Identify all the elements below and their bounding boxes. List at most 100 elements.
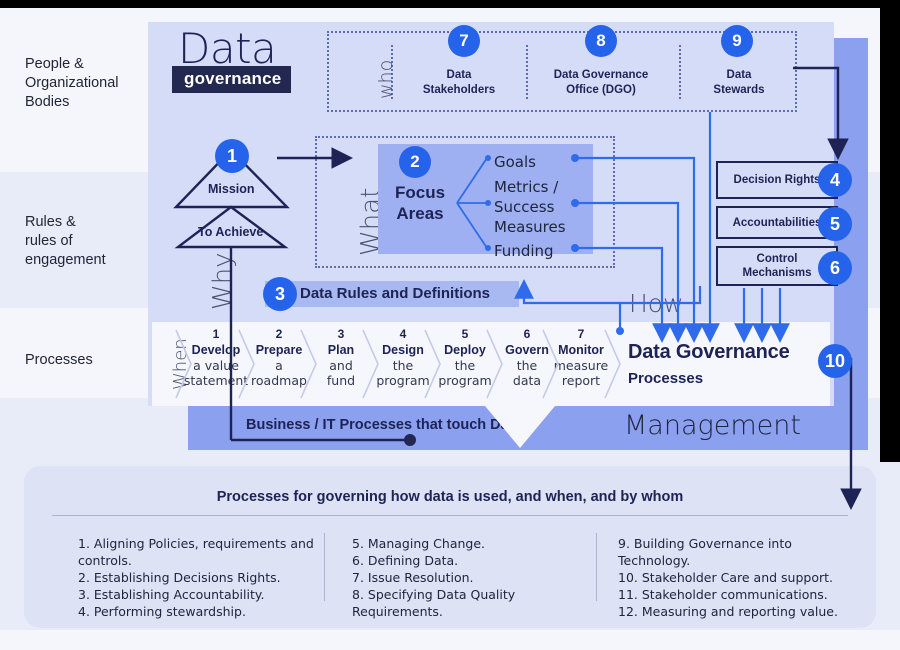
step-1-r2: statement xyxy=(183,373,249,388)
step-4-num: 4 xyxy=(399,327,407,341)
legend-sep-2 xyxy=(596,533,597,601)
legend-item-11: 11. Stakeholder communications. xyxy=(618,587,828,602)
row-label-people: People & Organizational Bodies xyxy=(25,55,145,112)
axis-label-why: Why xyxy=(208,252,238,310)
legend-sep-1 xyxy=(324,533,325,601)
badge-2[interactable]: 2 xyxy=(399,146,431,178)
legend-item-4: 4. Performing stewardship. xyxy=(78,604,246,619)
row-label-rules: Rules & rules of engagement xyxy=(25,213,145,270)
focus-title-l1: Focus xyxy=(394,183,446,202)
process-step-4[interactable]: 4 Design the program xyxy=(370,327,436,388)
badge-7[interactable]: 7 xyxy=(448,25,480,57)
axis-label-who: who xyxy=(375,59,397,99)
step-4-verb: Design xyxy=(382,343,424,357)
who-item-2-l1: Data xyxy=(726,69,752,81)
focus-item-funding: Funding xyxy=(494,242,554,260)
legend-column-3: 9. Building Governance into Technology. … xyxy=(618,535,868,620)
legend-column-2: 5. Managing Change. 6. Defining Data. 7.… xyxy=(352,535,592,620)
axis-label-how: How xyxy=(629,289,684,318)
who-item-1-l2: Office (DGO) xyxy=(566,84,636,96)
step-3-r2: fund xyxy=(326,373,356,388)
step-7-num: 7 xyxy=(577,327,585,341)
data-governance-logo: Data governance xyxy=(172,28,322,93)
badge-1[interactable]: 1 xyxy=(215,139,249,173)
row-label-processes-l1: Processes xyxy=(25,352,93,368)
badge-8[interactable]: 8 xyxy=(585,25,617,57)
badge-4[interactable]: 4 xyxy=(818,163,852,197)
who-item-0-l1: Data xyxy=(446,69,472,81)
corner-black-top xyxy=(0,0,900,8)
focus-item-metrics: Metrics / xyxy=(494,178,559,196)
business-it-processes-label: Business / IT Processes that touch Data xyxy=(246,417,522,433)
to-achieve-label: To Achieve xyxy=(198,225,264,239)
process-step-1[interactable]: 1 Develop a value statement xyxy=(183,327,249,388)
step-7-r1: measure xyxy=(553,358,609,373)
legend-item-10: 10. Stakeholder Care and support. xyxy=(618,570,833,585)
row-label-people-l2: Organizational xyxy=(25,75,119,91)
focus-title-l2: Areas xyxy=(396,204,444,223)
focus-areas-title: Focus Areas xyxy=(384,182,456,224)
row-label-people-l3: Bodies xyxy=(25,94,70,110)
process-step-5[interactable]: 5 Deploy the program xyxy=(432,327,498,388)
corner-black-right xyxy=(880,0,900,462)
badge-3[interactable]: 3 xyxy=(263,277,297,311)
who-item-2-l2: Stewards xyxy=(713,84,765,96)
band-footer-row xyxy=(0,630,900,650)
row-label-people-l1: People & xyxy=(25,56,84,72)
who-item-data-stakeholders: Data Stakeholders xyxy=(400,68,518,98)
step-1-r1: a value xyxy=(193,358,239,373)
process-step-7[interactable]: 7 Monitor measure report xyxy=(548,327,614,388)
who-item-data-stewards: Data Stewards xyxy=(688,68,790,98)
data-governance-processes-sub: Processes xyxy=(628,370,704,387)
focus-item-measures: Measures xyxy=(494,218,566,236)
control-mech-l2: Mechanisms xyxy=(742,267,812,279)
process-step-3[interactable]: 3 Plan and fund xyxy=(308,327,374,388)
step-5-r2: program xyxy=(438,373,492,388)
focus-item-success: Success xyxy=(494,198,555,216)
process-step-2[interactable]: 2 Prepare a roadmap xyxy=(246,327,312,388)
row-label-rules-l2: rules of xyxy=(25,233,73,249)
badge-10[interactable]: 10 xyxy=(818,344,852,378)
who-item-dgo: Data Governance Office (DGO) xyxy=(535,68,667,98)
step-2-verb: Prepare xyxy=(255,343,303,357)
badge-5[interactable]: 5 xyxy=(818,207,852,241)
step-5-r1: the xyxy=(454,358,476,373)
step-4-r2: program xyxy=(376,373,430,388)
legend-item-8: 8. Specifying Data Quality Requirements. xyxy=(352,587,516,619)
legend-column-1: 1. Aligning Policies, requirements and c… xyxy=(78,535,318,620)
row-label-processes: Processes xyxy=(25,351,145,370)
badge-9[interactable]: 9 xyxy=(721,25,753,57)
step-7-r2: report xyxy=(561,373,601,388)
who-divider-3 xyxy=(679,45,681,99)
who-item-0-l2: Stakeholders xyxy=(422,84,496,96)
step-3-num: 3 xyxy=(337,327,345,341)
step-2-r2: roadmap xyxy=(251,373,307,388)
legend-title: Processes for governing how data is used… xyxy=(216,489,684,505)
legend-item-12: 12. Measuring and reporting value. xyxy=(618,604,838,619)
step-5-num: 5 xyxy=(461,327,469,341)
step-2-r1: a xyxy=(275,358,283,373)
row-label-rules-l1: Rules & xyxy=(25,214,76,230)
step-7-verb: Monitor xyxy=(558,343,604,357)
legend-item-7: 7. Issue Resolution. xyxy=(352,570,474,585)
focus-item-goals: Goals xyxy=(494,153,536,171)
logo-word: Data xyxy=(178,24,277,73)
legend-divider xyxy=(52,515,848,516)
legend-item-6: 6. Defining Data. xyxy=(352,553,459,568)
badge-6[interactable]: 6 xyxy=(818,251,852,285)
step-3-verb: Plan xyxy=(327,343,355,357)
who-divider-2 xyxy=(526,45,528,99)
who-item-1-l1: Data Governance xyxy=(553,69,649,81)
legend-item-9: 9. Building Governance into Technology. xyxy=(618,536,792,568)
legend-item-5: 5. Managing Change. xyxy=(352,536,485,551)
row-label-rules-l3: engagement xyxy=(25,252,106,268)
control-mech-l1: Control xyxy=(756,253,798,265)
legend-item-1: 1. Aligning Policies, requirements and c… xyxy=(78,536,314,568)
legend-item-2: 2. Establishing Decisions Rights. xyxy=(78,570,281,585)
logo-bar: governance xyxy=(172,66,292,93)
mission-label: Mission xyxy=(208,182,255,196)
management-label: Management xyxy=(624,410,801,441)
step-4-r1: the xyxy=(392,358,414,373)
step-3-r1: and xyxy=(329,358,353,373)
step-1-num: 1 xyxy=(212,327,220,341)
